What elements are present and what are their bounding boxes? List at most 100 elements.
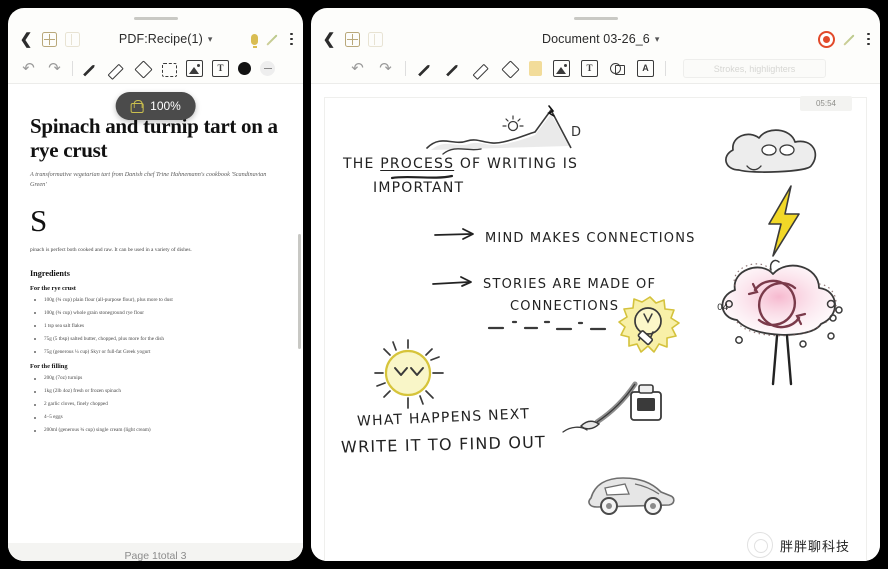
color-swatch-yellow[interactable] xyxy=(529,61,542,76)
zoom-lock-pill[interactable]: 100% xyxy=(115,92,196,120)
kebab-menu-icon[interactable] xyxy=(290,32,293,46)
storm-cloud-sketch xyxy=(725,129,817,173)
zoom-level-label: 100% xyxy=(150,99,181,113)
image-tool-icon[interactable] xyxy=(186,60,203,77)
page-view-icon[interactable] xyxy=(65,31,80,47)
text-tool-icon[interactable]: T xyxy=(581,60,598,77)
list-item: 100g (¾ cup) whole grain stoneground rye… xyxy=(30,310,281,318)
handwriting-line-2: IMPORTANT xyxy=(373,180,465,196)
left-document-title-text: PDF:Recipe(1) xyxy=(118,32,203,46)
pen-icon[interactable] xyxy=(843,31,859,47)
left-document-title[interactable]: PDF:Recipe(1) ▾ xyxy=(119,32,213,46)
dashed-line-sketch xyxy=(487,320,607,331)
left-document-viewport: Spinach and turnip tart on a rye crust A… xyxy=(8,84,303,561)
grid-view-icon[interactable] xyxy=(345,31,360,47)
lightbulb-sketch xyxy=(618,296,680,353)
list-item: 200ml (generous ¾ cup) single cream (lig… xyxy=(30,427,281,435)
text-recognition-icon[interactable]: A xyxy=(637,60,654,77)
chevron-down-icon[interactable]: ▾ xyxy=(655,34,660,45)
sun-with-face-sketch xyxy=(374,339,444,409)
grid-view-icon[interactable] xyxy=(42,31,57,47)
left-panel-grab-handle[interactable] xyxy=(133,17,178,20)
eraser-tool-icon[interactable] xyxy=(134,60,151,77)
chevron-down-icon[interactable]: ▾ xyxy=(208,34,213,45)
back-icon[interactable]: ❮ xyxy=(321,30,337,48)
recipe-subtitle: A transformative vegetarian tart from Da… xyxy=(30,171,267,188)
pen-icon[interactable] xyxy=(266,31,282,47)
vertical-scrollbar[interactable] xyxy=(298,234,301,349)
right-panel-grab-handle[interactable] xyxy=(573,17,618,20)
landscape-mountain-sketch: D xyxy=(426,105,581,155)
list-item: 75g (generous ¼ cup) Skyr or full-fat Gr… xyxy=(30,349,281,357)
shape-tool-icon[interactable] xyxy=(160,60,177,77)
lasso-tool-icon[interactable] xyxy=(609,60,626,77)
undo-button[interactable]: ↶ xyxy=(349,60,366,77)
arrow-icon-1 xyxy=(434,228,474,240)
minus-button[interactable] xyxy=(260,61,275,76)
list-item: 4–5 eggs xyxy=(30,414,281,422)
left-panel-pdf-viewer: ❮ PDF:Recipe(1) ▾ ↶ ↶ T Spinach and turn… xyxy=(8,8,303,561)
list-item: 1 tsp sea salt flakes xyxy=(30,323,281,331)
strokes-highlighters-field[interactable]: Strokes, highlighters xyxy=(683,59,826,78)
page-indicator: Page 1total 3 xyxy=(8,543,303,561)
list-item: 2 garlic cloves, finely chopped xyxy=(30,401,281,409)
svg-text:04: 04 xyxy=(717,303,729,313)
handwriting-line-4: STORIES ARE MADE OF xyxy=(483,277,657,292)
left-panel-header: ❮ PDF:Recipe(1) ▾ xyxy=(8,24,303,54)
pdf-page: Spinach and turnip tart on a rye crust A… xyxy=(8,84,303,561)
right-panel-header: ❮ Document 03-26_6 ▾ xyxy=(311,24,880,54)
watermark-text: 胖胖聊科技 xyxy=(779,539,850,555)
text-tool-icon[interactable]: T xyxy=(212,60,229,77)
recipe-dropcap: S xyxy=(30,202,48,238)
right-document-title[interactable]: Document 03-26_6 ▾ xyxy=(542,32,660,46)
page-view-icon[interactable] xyxy=(368,31,383,47)
pen-tool-icon[interactable] xyxy=(82,60,99,77)
section-heading-filling: For the filling xyxy=(30,363,68,371)
recipe-body-text: pinach is perfect both cooked and raw. I… xyxy=(30,246,192,253)
pen-tool-icon[interactable] xyxy=(445,60,462,77)
handwriting-line-7: WRITE IT TO FIND OUT xyxy=(340,432,547,457)
toolbar-divider xyxy=(72,61,73,76)
eraser-tool-icon[interactable] xyxy=(501,60,518,77)
lock-open-icon xyxy=(130,99,144,113)
kebab-menu-icon[interactable] xyxy=(867,32,871,46)
list-item: 100g (¾ cup) plain flour (all-purpose fl… xyxy=(30,297,281,305)
ingredients-heading: Ingredients xyxy=(30,268,70,278)
pen-and-inkwell-sketch xyxy=(562,381,662,433)
tablet-split-screen: ❮ PDF:Recipe(1) ▾ ↶ ↶ T Spinach and turn… xyxy=(0,0,888,569)
undo-button[interactable]: ↶ xyxy=(20,60,37,77)
record-target-icon[interactable] xyxy=(818,30,836,48)
handwriting-line-3: MIND MAKES CONNECTIONS xyxy=(485,231,696,246)
recipe-title: Spinach and turnip tart on a rye crust xyxy=(30,114,278,163)
image-tool-icon[interactable] xyxy=(553,60,570,77)
highlighter-tool-icon[interactable] xyxy=(473,60,490,77)
toolbar-divider xyxy=(665,61,666,76)
left-panel-toolbar: ↶ ↶ T xyxy=(8,54,303,84)
car-sketch xyxy=(588,477,675,515)
list-item: 1kg (2lb 4oz) fresh or frozen spinach xyxy=(30,388,281,396)
timestamp-badge: 05:54 xyxy=(800,96,852,111)
underline-process xyxy=(390,174,454,180)
highlighter-tool-icon[interactable] xyxy=(108,60,125,77)
channel-logo-icon xyxy=(746,532,773,558)
ingredient-list-filling: 200g (7oz) turnips 1kg (2lb 4oz) fresh o… xyxy=(30,375,281,435)
right-document-title-text: Document 03-26_6 xyxy=(541,32,650,46)
channel-watermark: 胖胖聊科技 xyxy=(738,527,858,561)
redo-button[interactable]: ↶ xyxy=(46,60,63,77)
redo-button[interactable]: ↶ xyxy=(377,60,394,77)
notes-viewport: 05:54 D THE PROCESS OF WRITING IS IMPORT… xyxy=(311,84,880,561)
svg-text:D: D xyxy=(571,125,581,140)
note-canvas[interactable]: 05:54 D THE PROCESS OF WRITING IS IMPORT… xyxy=(325,96,866,561)
ingredient-list-crust: 100g (¾ cup) plain flour (all-purpose fl… xyxy=(30,297,281,357)
right-panel-toolbar: ↶ ↶ T A Strokes, highlighters xyxy=(311,54,880,84)
list-item: 75g (5 tbsp) salted butter, chopped, plu… xyxy=(30,336,281,344)
handwriting-line-1: THE PROCESS OF WRITING IS xyxy=(343,156,579,172)
color-swatch-black[interactable] xyxy=(238,62,251,75)
handwriting-line-5: CONNECTIONS xyxy=(510,299,620,314)
list-item: 200g (7oz) turnips xyxy=(30,375,281,383)
section-heading-crust: For the rye crust xyxy=(30,284,76,292)
back-icon[interactable]: ❮ xyxy=(18,30,34,48)
microphone-icon[interactable] xyxy=(251,33,259,48)
arrow-icon-2 xyxy=(432,276,472,287)
pencil-tool-icon[interactable] xyxy=(417,60,434,77)
